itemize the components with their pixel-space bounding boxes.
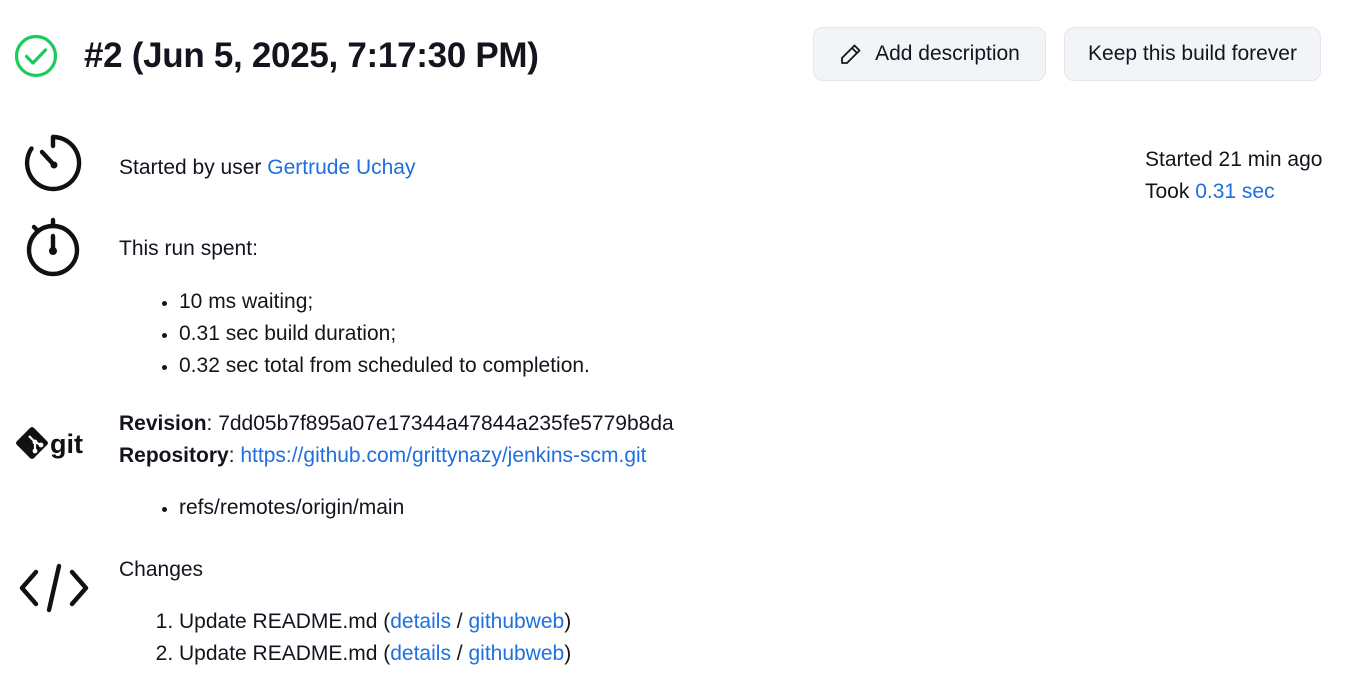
repository-line: Repository: https://github.com/grittynaz… [119,444,647,467]
repository-link[interactable]: https://github.com/grittynazy/jenkins-sc… [240,444,646,467]
link-separator: / [456,642,463,665]
add-description-label: Add description [875,42,1020,65]
run-spent-heading: This run spent: [119,237,258,260]
took-prefix: Took [1145,180,1196,203]
change-item: Update README.md (details / githubweb) [179,638,571,670]
list-item: 0.32 sec total from scheduled to complet… [179,350,590,382]
build-cause-prefix: Started by user [119,156,268,179]
user-link[interactable]: Gertrude Uchay [267,156,415,179]
change-githubweb-link[interactable]: githubweb [468,610,564,633]
list-item: 10 ms waiting; [179,286,590,318]
code-icon [19,563,89,613]
change-githubweb-link[interactable]: githubweb [468,642,564,665]
clock-icon [24,134,82,192]
list-item: 0.31 sec build duration; [179,318,590,350]
duration-link[interactable]: 0.31 sec [1195,180,1274,203]
change-message: Update README.md [179,610,378,633]
keep-build-forever-button[interactable]: Keep this build forever [1064,27,1321,81]
build-timing: Started 21 min ago Took 0.31 sec [1145,144,1322,208]
build-cause: Started by user Gertrude Uchay [119,152,415,184]
change-message: Update README.md [179,642,378,665]
keep-build-forever-label: Keep this build forever [1088,42,1297,65]
pencil-icon [841,44,861,64]
run-spent-list: 10 ms waiting; 0.31 sec build duration; … [119,286,590,382]
build-header: #2 (Jun 5, 2025, 7:17:30 PM) Add descrip… [0,0,1350,110]
change-item: Update README.md (details / githubweb) [179,606,571,638]
change-details-link[interactable]: details [390,642,451,665]
add-description-button[interactable]: Add description [813,27,1046,81]
changes-heading: Changes [119,558,204,581]
change-details-link[interactable]: details [390,610,451,633]
stopwatch-icon [26,217,80,277]
repository-label: Repository [119,444,229,467]
changes-list: Update README.md (details / githubweb) U… [119,606,571,670]
revision-label: Revision [119,412,207,435]
svg-text:git: git [50,429,83,459]
git-icon: git [16,427,83,459]
page-title: #2 (Jun 5, 2025, 7:17:30 PM) [84,36,539,75]
link-separator: / [456,610,463,633]
list-item: refs/remotes/origin/main [179,492,404,524]
started-time: Started 21 min ago [1145,148,1323,171]
duration: Took 0.31 sec [1145,176,1322,208]
refs-list: refs/remotes/origin/main [119,492,404,524]
revision-line: Revision: 7dd05b7f895a07e17344a47844a235… [119,412,674,435]
check-circle-icon [14,34,58,78]
revision-hash: 7dd05b7f895a07e17344a47844a235fe5779b8da [218,412,674,435]
